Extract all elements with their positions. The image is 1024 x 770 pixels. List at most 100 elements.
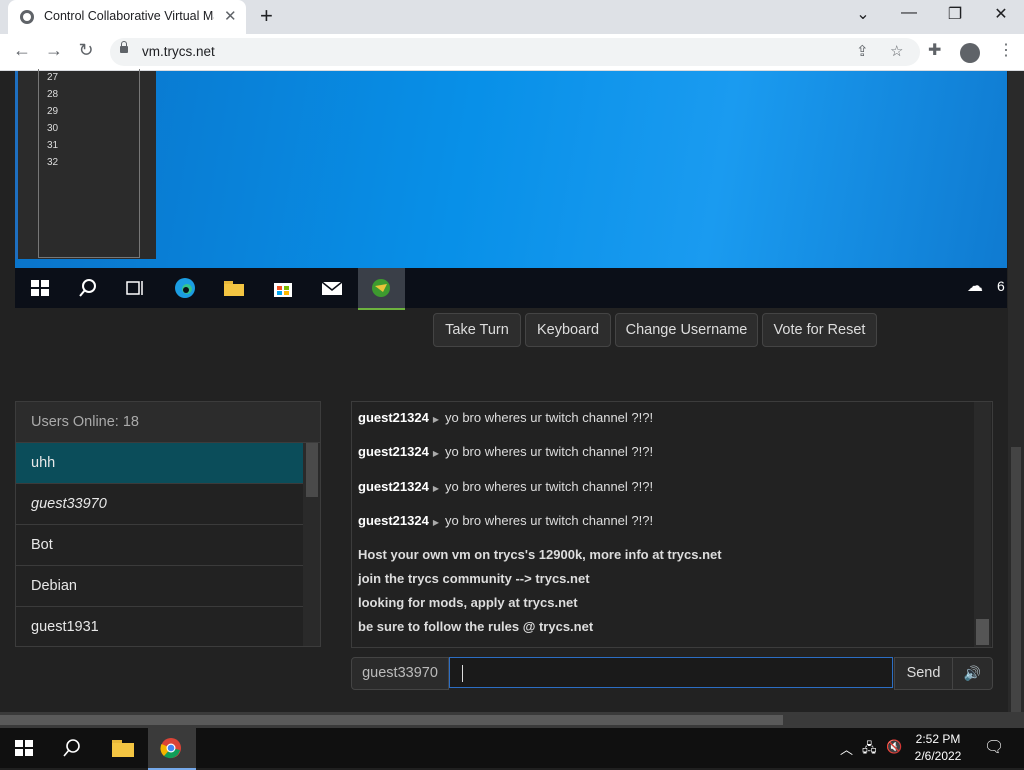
chat-text: yo bro wheres ur twitch channel ?!?! bbox=[444, 410, 654, 425]
chat-username: guest21324 bbox=[358, 479, 429, 494]
network-icon[interactable]: 🖧 bbox=[862, 739, 877, 761]
extensions-icon[interactable]: ✚ bbox=[928, 40, 941, 60]
chat-message: guest21324 ▶ yo bro wheres ur twitch chann… bbox=[358, 479, 653, 494]
chat-text: yo bro wheres ur twitch channel ?!?! bbox=[444, 479, 654, 494]
system-message: Host your own vm on trycs's 12900k, more… bbox=[358, 547, 722, 562]
system-message: be sure to follow the rules @ trycs.net bbox=[358, 619, 594, 634]
user-list-item[interactable]: guest1931 bbox=[16, 607, 303, 646]
tab-title: Control Collaborative Virtual Mac bbox=[44, 9, 214, 23]
arrow-icon: ▶ bbox=[432, 484, 439, 493]
chat-text: yo bro wheres ur twitch channel ?!?! bbox=[444, 513, 654, 528]
chat-message: guest21324 ▶ yo bro wheres ur twitch chann… bbox=[358, 513, 653, 528]
browser-toolbar: ← → ↻ vm.trycs.net ⇪ ☆ bbox=[0, 34, 1024, 71]
user-list-item[interactable]: uhh bbox=[16, 443, 303, 484]
page-horizontal-scrollbar[interactable] bbox=[0, 712, 1024, 728]
text-caret bbox=[462, 665, 463, 682]
chat-scrollbar[interactable] bbox=[974, 402, 991, 647]
chat-scroll-thumb[interactable] bbox=[976, 619, 989, 645]
file-explorer-icon[interactable] bbox=[111, 738, 135, 758]
line-number: 31 bbox=[47, 140, 59, 151]
chat-username: guest21324 bbox=[358, 410, 429, 425]
chrome-taskbar-button[interactable] bbox=[148, 728, 196, 770]
reload-icon[interactable]: ↻ bbox=[74, 40, 98, 61]
weather-temp: 6 bbox=[997, 278, 1005, 294]
arrow-icon: ▶ bbox=[432, 449, 439, 458]
chevron-up-icon[interactable]: ︿ bbox=[840, 739, 853, 758]
vm-active-app[interactable] bbox=[358, 268, 405, 310]
speaker-icon[interactable]: 🔊 bbox=[952, 657, 993, 690]
star-icon[interactable]: ☆ bbox=[890, 42, 903, 60]
task-view-icon[interactable] bbox=[123, 276, 147, 300]
users-scroll-thumb[interactable] bbox=[306, 443, 318, 497]
store-icon[interactable] bbox=[271, 276, 295, 300]
user-list-item[interactable]: Debian bbox=[16, 566, 303, 607]
chat-panel: guest21324 ▶ yo bro wheres ur twitch chann… bbox=[351, 401, 993, 648]
windows-start-icon[interactable] bbox=[14, 738, 34, 758]
line-number: 28 bbox=[47, 89, 59, 100]
tab-bar: Control Collaborative Virtual Mac ✕ + ⌄ … bbox=[0, 0, 1024, 34]
chat-input-row: guest33970 Send 🔊 bbox=[351, 657, 993, 690]
page-horizontal-scroll-thumb[interactable] bbox=[0, 715, 783, 725]
mail-icon[interactable] bbox=[320, 276, 344, 300]
url-text[interactable]: vm.trycs.net bbox=[142, 44, 215, 59]
menu-dots-icon[interactable]: ⋮ bbox=[998, 40, 1014, 60]
keyboard-button[interactable]: Keyboard bbox=[525, 313, 611, 347]
page-vertical-scroll-thumb[interactable] bbox=[1011, 447, 1021, 712]
restore-icon[interactable]: ❐ bbox=[940, 4, 970, 24]
new-tab-icon[interactable]: + bbox=[260, 3, 273, 29]
profile-avatar-icon[interactable] bbox=[960, 43, 980, 63]
vote-reset-button[interactable]: Vote for Reset bbox=[762, 313, 877, 347]
line-number: 27 bbox=[47, 72, 59, 83]
chat-message: guest21324 ▶ yo bro wheres ur twitch chann… bbox=[358, 444, 653, 459]
line-number-gutter: 27 28 29 30 31 32 bbox=[38, 69, 140, 258]
arrow-icon: ▶ bbox=[432, 415, 439, 424]
minimize-icon[interactable]: — bbox=[894, 4, 924, 22]
os-taskbar: ︿ 🖧 🔇 2:52 PM 2/6/2022 🗨 bbox=[0, 728, 1024, 770]
page-vertical-scrollbar[interactable] bbox=[1008, 71, 1024, 712]
line-number: 29 bbox=[47, 106, 59, 117]
volume-muted-icon[interactable]: 🔇 bbox=[886, 739, 902, 755]
vm-taskbar: ☁ 6 bbox=[15, 268, 1007, 310]
vm-editor-window[interactable]: 27 28 29 30 31 32 bbox=[15, 69, 156, 259]
edge-icon[interactable] bbox=[173, 276, 197, 300]
download-manager-icon bbox=[372, 279, 390, 297]
forward-icon[interactable]: → bbox=[42, 40, 66, 61]
lock-icon[interactable] bbox=[120, 41, 128, 53]
clock-time[interactable]: 2:52 PM bbox=[908, 732, 968, 746]
windows-start-icon[interactable] bbox=[28, 276, 52, 300]
close-window-icon[interactable]: ✕ bbox=[986, 4, 1016, 24]
system-message: looking for mods, apply at trycs.net bbox=[358, 595, 578, 610]
clock-date[interactable]: 2/6/2022 bbox=[908, 749, 968, 763]
close-tab-icon[interactable]: ✕ bbox=[224, 7, 237, 25]
search-icon[interactable] bbox=[62, 738, 82, 758]
take-turn-button[interactable]: Take Turn bbox=[433, 313, 521, 347]
file-explorer-icon[interactable] bbox=[222, 276, 246, 300]
chat-message: guest21324 ▶ yo bro wheres ur twitch chann… bbox=[358, 410, 653, 425]
line-number: 32 bbox=[47, 157, 59, 168]
user-list-item[interactable]: guest33970 bbox=[16, 484, 303, 525]
chat-username: guest21324 bbox=[358, 444, 429, 459]
page: 27 28 29 30 31 32 ☁ 6 Take Turn Keyboard… bbox=[0, 69, 1024, 712]
chat-input[interactable] bbox=[449, 657, 893, 688]
browser-tab[interactable]: Control Collaborative Virtual Mac ✕ bbox=[8, 0, 246, 34]
send-button[interactable]: Send bbox=[894, 657, 953, 690]
user-list-item[interactable]: Bot bbox=[16, 525, 303, 566]
line-number: 30 bbox=[47, 123, 59, 134]
users-online-header: Users Online: 18 bbox=[16, 402, 320, 443]
system-message: join the trycs community --> trycs.net bbox=[358, 571, 590, 586]
chat-username-label: guest33970 bbox=[351, 657, 449, 690]
change-username-button[interactable]: Change Username bbox=[615, 313, 758, 347]
notifications-icon[interactable]: 🗨 bbox=[984, 737, 1004, 757]
cloud-icon[interactable]: ☁ bbox=[967, 276, 983, 296]
address-bar[interactable]: vm.trycs.net ⇪ ☆ bbox=[110, 38, 920, 66]
chat-username: guest21324 bbox=[358, 513, 429, 528]
arrow-icon: ▶ bbox=[432, 518, 439, 527]
globe-icon bbox=[20, 10, 34, 24]
search-icon[interactable] bbox=[76, 276, 100, 300]
chevron-down-icon[interactable]: ⌄ bbox=[848, 4, 878, 24]
share-icon[interactable]: ⇪ bbox=[856, 42, 869, 60]
users-scrollbar[interactable] bbox=[303, 443, 320, 646]
vm-display[interactable]: 27 28 29 30 31 32 ☁ 6 bbox=[15, 69, 1007, 310]
chrome-icon bbox=[160, 738, 181, 759]
back-icon[interactable]: ← bbox=[10, 40, 34, 61]
